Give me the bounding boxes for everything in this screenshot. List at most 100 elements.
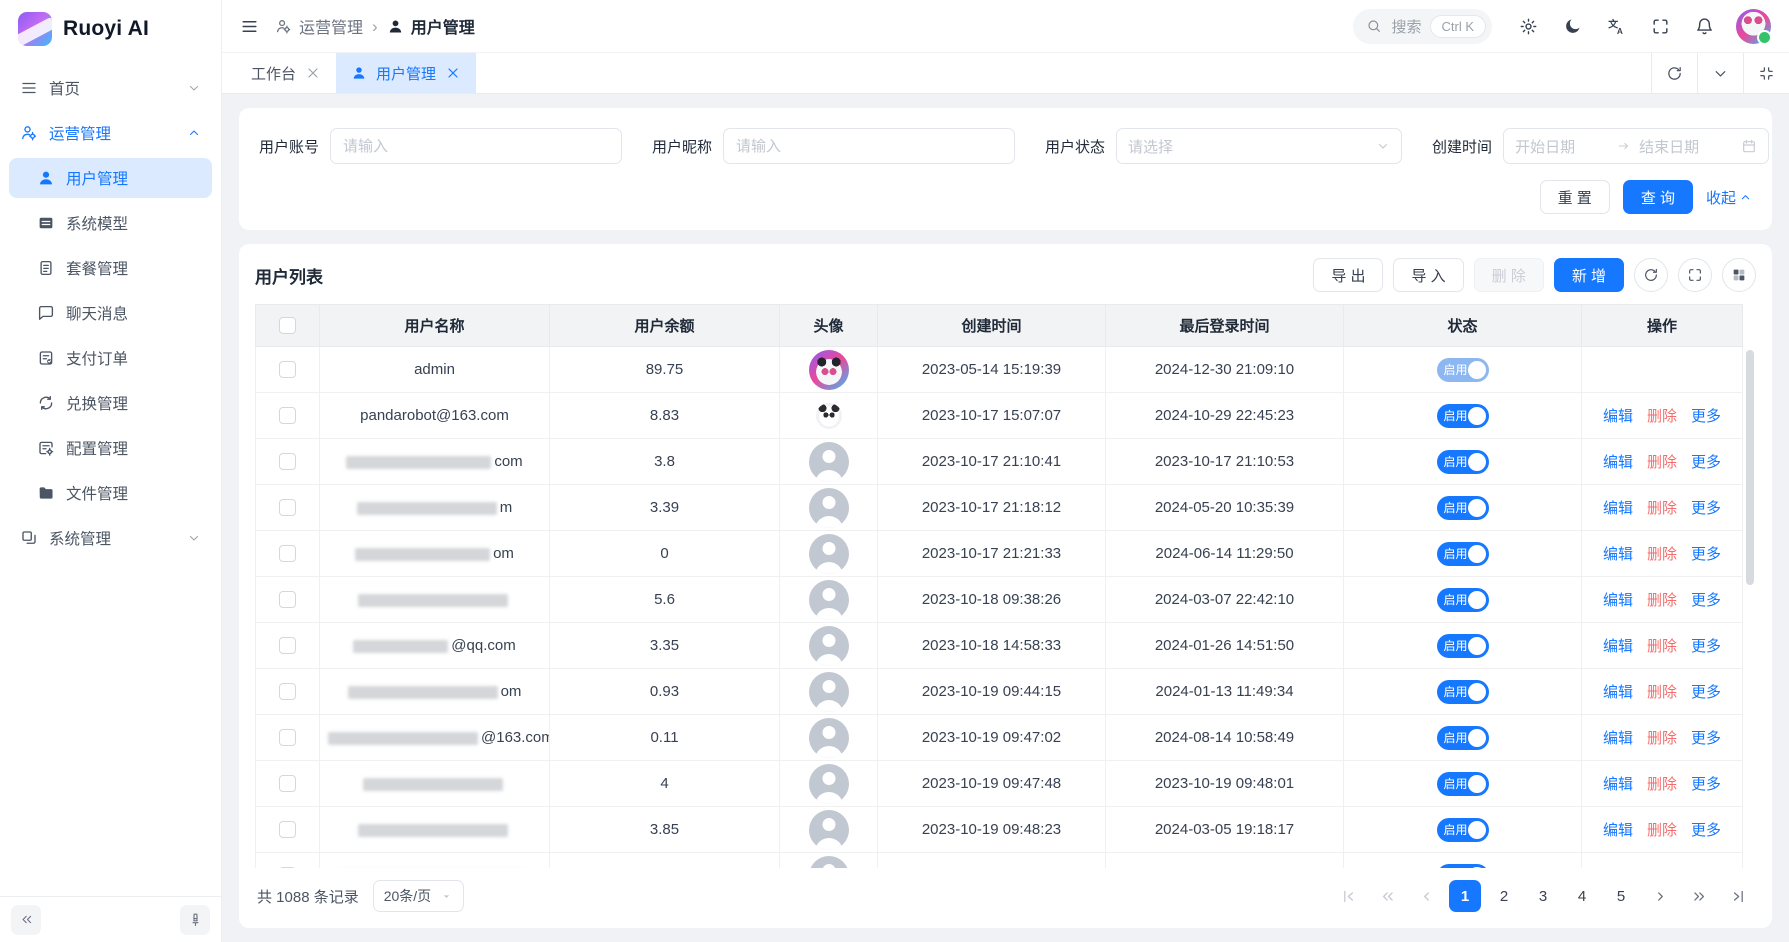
sidebar-item-exchange[interactable]: 兑换管理 [9, 383, 212, 423]
row-checkbox[interactable] [279, 499, 296, 516]
table-refresh-button[interactable] [1634, 258, 1668, 292]
status-toggle[interactable]: 启用 [1437, 496, 1489, 520]
global-search[interactable]: 搜索 Ctrl K [1353, 9, 1492, 44]
row-checkbox[interactable] [279, 361, 296, 378]
edit-link[interactable]: 编辑 [1603, 592, 1633, 609]
edit-link[interactable]: 编辑 [1603, 638, 1633, 655]
more-link[interactable]: 更多 [1691, 454, 1721, 471]
more-link[interactable]: 更多 [1691, 592, 1721, 609]
next-page-button[interactable] [1644, 880, 1676, 912]
delete-link[interactable]: 删除 [1647, 546, 1677, 563]
delete-link[interactable]: 删除 [1647, 776, 1677, 793]
sidebar-item-operations[interactable]: 运营管理 [9, 113, 212, 153]
more-link[interactable]: 更多 [1691, 684, 1721, 701]
status-toggle[interactable]: 启用 [1437, 404, 1489, 428]
fullscreen-button[interactable] [1642, 8, 1678, 44]
delete-link[interactable]: 删除 [1647, 454, 1677, 471]
sidebar-item-doc[interactable]: 套餐管理 [9, 248, 212, 288]
row-checkbox[interactable] [279, 545, 296, 562]
breadcrumb-operations[interactable]: 运营管理 [275, 14, 363, 38]
close-icon[interactable] [305, 65, 321, 81]
jump-back-button[interactable] [1371, 880, 1403, 912]
settings-button[interactable] [1510, 8, 1546, 44]
row-checkbox[interactable] [279, 683, 296, 700]
dark-mode-button[interactable] [1554, 8, 1590, 44]
add-button[interactable]: 新 增 [1554, 258, 1624, 292]
tab-workbench[interactable]: 工作台 [236, 53, 336, 93]
page-button-3[interactable]: 3 [1527, 880, 1559, 912]
status-toggle[interactable]: 启用 [1437, 818, 1489, 842]
hamburger-menu-icon[interactable] [240, 17, 259, 36]
edit-link[interactable]: 编辑 [1603, 822, 1633, 839]
sidebar-item-model[interactable]: 系统模型 [9, 203, 212, 243]
delete-link[interactable]: 删除 [1647, 500, 1677, 517]
delete-link[interactable]: 删除 [1647, 684, 1677, 701]
search-button[interactable]: 查 询 [1623, 180, 1693, 214]
scrollbar-thumb[interactable] [1746, 350, 1754, 585]
user-account-input[interactable] [330, 128, 622, 164]
row-checkbox[interactable] [279, 821, 296, 838]
page-size-select[interactable]: 20条/页 [373, 880, 464, 912]
edit-link[interactable]: 编辑 [1603, 546, 1633, 563]
row-checkbox[interactable] [279, 867, 296, 868]
table-columns-button[interactable] [1722, 258, 1756, 292]
more-link[interactable]: 更多 [1691, 546, 1721, 563]
row-checkbox[interactable] [279, 453, 296, 470]
delete-link[interactable]: 删除 [1647, 408, 1677, 425]
delete-link[interactable]: 删除 [1647, 730, 1677, 747]
export-button[interactable]: 导 出 [1313, 258, 1383, 292]
delete-button[interactable]: 删 除 [1474, 258, 1544, 292]
page-button-2[interactable]: 2 [1488, 880, 1520, 912]
delete-link[interactable]: 删除 [1647, 822, 1677, 839]
edit-link[interactable]: 编辑 [1603, 776, 1633, 793]
status-toggle[interactable]: 启用 [1437, 588, 1489, 612]
sidebar-collapse-button[interactable] [11, 905, 41, 935]
status-toggle[interactable]: 启用 [1437, 634, 1489, 658]
sidebar-item-user[interactable]: 用户管理 [9, 158, 212, 198]
user-avatar[interactable] [1736, 9, 1771, 44]
status-toggle[interactable]: 启用 [1437, 358, 1489, 382]
edit-link[interactable]: 编辑 [1603, 500, 1633, 517]
user-nickname-input[interactable] [723, 128, 1015, 164]
row-checkbox[interactable] [279, 407, 296, 424]
delete-link[interactable]: 删除 [1647, 638, 1677, 655]
status-toggle[interactable]: 启用 [1437, 450, 1489, 474]
table-fullscreen-button[interactable] [1678, 258, 1712, 292]
edit-link[interactable]: 编辑 [1603, 730, 1633, 747]
tab-more-button[interactable] [1697, 53, 1743, 93]
row-checkbox[interactable] [279, 591, 296, 608]
page-button-4[interactable]: 4 [1566, 880, 1598, 912]
sidebar-item-chat[interactable]: 聊天消息 [9, 293, 212, 333]
sidebar-item-order[interactable]: 支付订单 [9, 338, 212, 378]
more-link[interactable]: 更多 [1691, 638, 1721, 655]
sidebar-item-system[interactable]: 系统管理 [9, 518, 212, 558]
sidebar-item-home[interactable]: 首页 [9, 68, 212, 108]
sidebar-item-config[interactable]: 配置管理 [9, 428, 212, 468]
status-toggle[interactable]: 启用 [1437, 680, 1489, 704]
edit-link[interactable]: 编辑 [1603, 454, 1633, 471]
delete-link[interactable]: 删除 [1647, 592, 1677, 609]
edit-link[interactable]: 编辑 [1603, 408, 1633, 425]
tab-refresh-button[interactable] [1651, 53, 1697, 93]
tab-user-management[interactable]: 用户管理 [336, 53, 476, 93]
close-icon[interactable] [445, 65, 461, 81]
table-scrollbar[interactable] [1743, 304, 1756, 868]
status-toggle[interactable]: 启用 [1437, 726, 1489, 750]
user-status-select[interactable]: 请选择 [1116, 128, 1402, 164]
status-toggle[interactable]: 启用 [1437, 772, 1489, 796]
last-page-button[interactable] [1722, 880, 1754, 912]
select-all-checkbox[interactable] [279, 317, 296, 334]
sidebar-pin-button[interactable] [180, 905, 210, 935]
row-checkbox[interactable] [279, 775, 296, 792]
more-link[interactable]: 更多 [1691, 500, 1721, 517]
edit-link[interactable]: 编辑 [1603, 684, 1633, 701]
reset-button[interactable]: 重 置 [1540, 180, 1610, 214]
status-toggle[interactable]: 启用 [1437, 864, 1489, 869]
more-link[interactable]: 更多 [1691, 776, 1721, 793]
prev-page-button[interactable] [1410, 880, 1442, 912]
row-checkbox[interactable] [279, 637, 296, 654]
page-button-1[interactable]: 1 [1449, 880, 1481, 912]
import-button[interactable]: 导 入 [1393, 258, 1463, 292]
language-button[interactable]: 文A [1598, 8, 1634, 44]
row-checkbox[interactable] [279, 729, 296, 746]
